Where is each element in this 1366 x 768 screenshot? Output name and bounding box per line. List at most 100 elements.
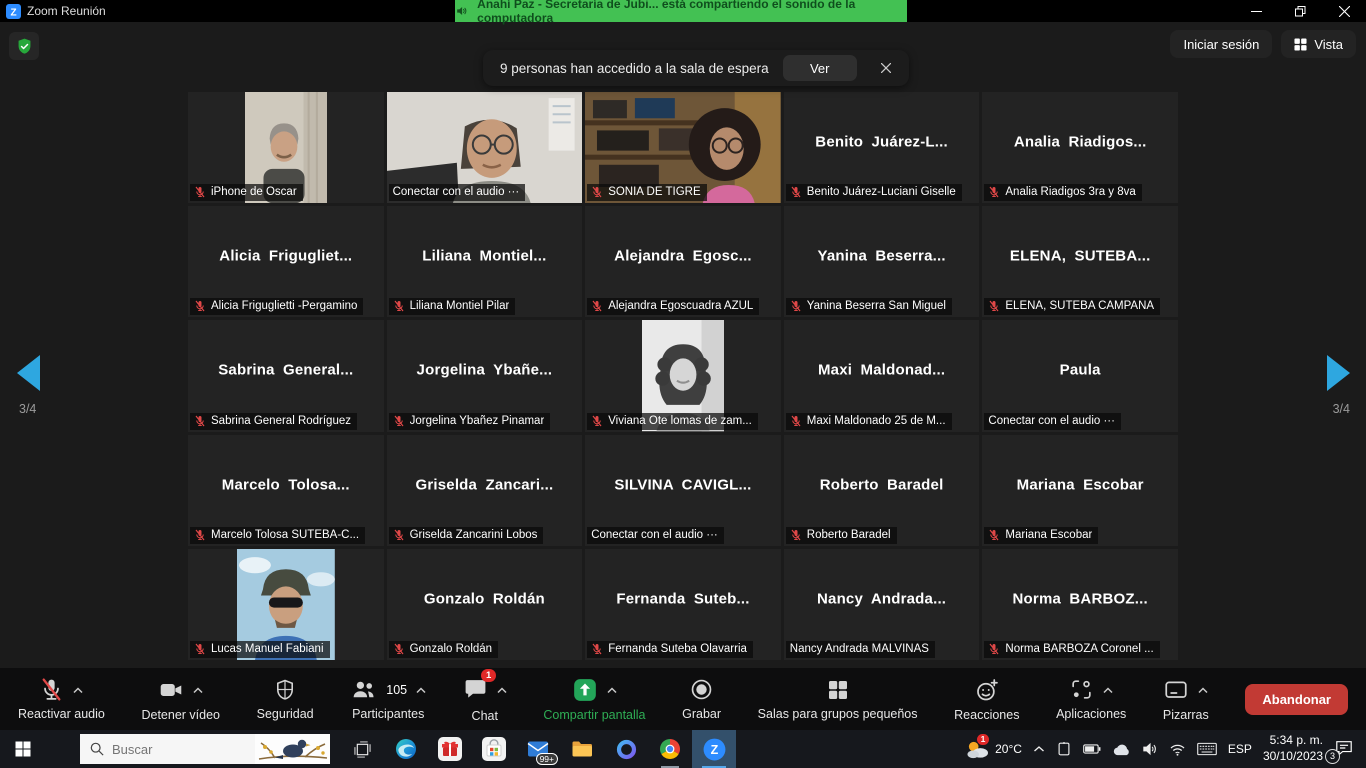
chevron-up-icon[interactable]	[73, 687, 83, 694]
breakout-rooms-label: Salas para grupos pequeños	[758, 707, 918, 721]
windows-logo-icon	[15, 741, 31, 757]
mic-muted-icon	[393, 415, 405, 427]
start-button[interactable]	[0, 730, 46, 768]
participant-tile[interactable]: Gonzalo Roldán Gonzalo Roldán	[387, 549, 583, 660]
participant-display-name: Analia Riadigos...	[1014, 134, 1147, 151]
share-screen-button[interactable]: Compartir pantalla	[543, 668, 645, 730]
participant-tile[interactable]: Yanina Beserra... Yanina Beserra San Mig…	[784, 206, 980, 317]
chrome-icon	[658, 737, 682, 761]
participant-tile[interactable]: iPhone de Oscar	[188, 92, 384, 203]
reactions-icon	[974, 677, 1000, 703]
participant-tile[interactable]: Fernanda Suteb... Fernanda Suteba Olavar…	[585, 549, 781, 660]
waiting-room-message: 9 personas han accedido a la sala de esp…	[500, 61, 769, 76]
participant-tile[interactable]: Griselda Zancari... Griselda Zancarini L…	[387, 435, 583, 546]
security-shield-button[interactable]	[9, 32, 39, 60]
participant-tile[interactable]: Marcelo Tolosa... Marcelo Tolosa SUTEBA-…	[188, 435, 384, 546]
view-button[interactable]: Vista	[1281, 30, 1356, 58]
mic-muted-icon	[988, 186, 1000, 198]
participant-tile[interactable]: Jorgelina Ybañe... Jorgelina Ybañez Pina…	[387, 320, 583, 431]
dismiss-notification-button[interactable]	[871, 55, 901, 81]
record-button[interactable]: Grabar	[682, 668, 721, 730]
participants-button[interactable]: 105 Participantes	[350, 668, 426, 730]
page-indicator-left: 3/4	[17, 402, 36, 416]
security-button[interactable]: Seguridad	[257, 668, 314, 730]
zoom-app-icon: Z	[6, 4, 21, 19]
apps-button[interactable]: Aplicaciones	[1056, 668, 1126, 730]
minimize-button[interactable]	[1234, 0, 1278, 22]
chevron-up-icon[interactable]	[607, 687, 617, 694]
participant-name-label: Norma BARBOZA Coronel ...	[984, 641, 1159, 658]
participant-tile[interactable]: Conectar con el audio ···	[387, 92, 583, 203]
participant-tile[interactable]: Alejandra Egosc... Alejandra Egoscuadra …	[585, 206, 781, 317]
mic-muted-icon	[988, 529, 1000, 541]
participant-tile[interactable]: Analia Riadigos... Analia Riadigos 3ra y…	[982, 92, 1178, 203]
participant-tile[interactable]: Mariana Escobar Mariana Escobar	[982, 435, 1178, 546]
tablet-mode-icon[interactable]	[1056, 741, 1072, 757]
volume-icon[interactable]	[1142, 742, 1158, 756]
shield-check-icon	[15, 37, 34, 56]
participants-label: Participantes	[352, 707, 424, 721]
weather-tray-item[interactable]: 1 20°C	[965, 739, 1022, 760]
participant-tile[interactable]: Lucas Manuel Fabiani	[188, 549, 384, 660]
gift-app-taskbar-icon[interactable]	[428, 730, 472, 768]
participant-tile[interactable]: SONIA DE TIGRE	[585, 92, 781, 203]
chevron-up-icon[interactable]	[497, 687, 507, 694]
stop-video-button[interactable]: Detener vídeo	[141, 668, 220, 730]
chevron-up-icon[interactable]	[193, 687, 203, 694]
chevron-up-icon[interactable]	[1198, 687, 1208, 694]
whiteboards-label: Pizarras	[1163, 708, 1209, 722]
participant-tile[interactable]: Viviana Ote lomas de zam...	[585, 320, 781, 431]
taskbar-clock[interactable]: 5:34 p. m. 30/10/2023	[1263, 733, 1323, 764]
svg-text:Z: Z	[710, 743, 718, 757]
whiteboards-button[interactable]: Pizarras	[1163, 668, 1209, 730]
participant-tile[interactable]: Roberto Baradel Roberto Baradel	[784, 435, 980, 546]
mail-taskbar-icon[interactable]: 99+	[516, 730, 560, 768]
participant-tile[interactable]: SILVINA CAVIGL... Conectar con el audio …	[585, 435, 781, 546]
close-button[interactable]	[1322, 0, 1366, 22]
gallery-prev-nav: 3/4	[17, 355, 40, 416]
cortana-taskbar-icon[interactable]	[604, 730, 648, 768]
task-view-button[interactable]	[340, 730, 384, 768]
unmute-button[interactable]: Reactivar audio	[18, 668, 105, 730]
next-page-button[interactable]	[1327, 355, 1350, 391]
breakout-rooms-button[interactable]: Salas para grupos pequeños	[758, 668, 918, 730]
file-explorer-taskbar-icon[interactable]	[560, 730, 604, 768]
onedrive-cloud-icon[interactable]	[1112, 743, 1131, 756]
chrome-taskbar-icon[interactable]	[648, 730, 692, 768]
participant-tile[interactable]: Benito Juárez-L... Benito Juárez-Luciani…	[784, 92, 980, 203]
restore-button[interactable]	[1278, 0, 1322, 22]
participant-name-label: Mariana Escobar	[984, 527, 1098, 544]
leave-meeting-button[interactable]: Abandonar	[1245, 684, 1348, 715]
prev-page-button[interactable]	[17, 355, 40, 391]
weather-alert-badge: 1	[977, 734, 989, 745]
action-center-button[interactable]: 3	[1334, 739, 1358, 760]
chat-button[interactable]: 1 Chat	[463, 668, 507, 730]
participant-tile[interactable]: Paula Conectar con el audio ···	[982, 320, 1178, 431]
sign-in-button[interactable]: Iniciar sesión	[1170, 30, 1272, 58]
camera-icon	[158, 677, 184, 703]
participant-tile[interactable]: Sabrina General... Sabrina General Rodrí…	[188, 320, 384, 431]
search-input[interactable]	[112, 742, 232, 757]
view-waiting-room-button[interactable]: Ver	[783, 55, 857, 81]
participant-tile[interactable]: Nancy Andrada... Nancy Andrada MALVINAS	[784, 549, 980, 660]
chevron-up-icon[interactable]	[416, 687, 426, 694]
network-icon[interactable]	[1169, 742, 1186, 756]
participant-tile[interactable]: Norma BARBOZ... Norma BARBOZA Coronel ..…	[982, 549, 1178, 660]
store-taskbar-icon[interactable]	[472, 730, 516, 768]
zoom-taskbar-icon[interactable]: Z	[692, 730, 736, 768]
tray-chevron-up-icon[interactable]	[1033, 745, 1045, 753]
reactions-button[interactable]: Reacciones	[954, 668, 1019, 730]
touch-keyboard-icon[interactable]	[1197, 742, 1217, 756]
page-indicator-right: 3/4	[1331, 402, 1350, 416]
taskbar-search-box[interactable]	[80, 734, 330, 764]
participant-tile[interactable]: Alicia Frigugliet... Alicia Friguglietti…	[188, 206, 384, 317]
edge-taskbar-icon[interactable]	[384, 730, 428, 768]
battery-icon[interactable]	[1083, 743, 1101, 755]
participant-tile[interactable]: ELENA, SUTEBA... ELENA, SUTEBA CAMPANA	[982, 206, 1178, 317]
participant-display-name: Fernanda Suteb...	[616, 590, 749, 607]
language-indicator[interactable]: ESP	[1228, 742, 1252, 756]
participant-tile[interactable]: Maxi Maldonad... Maxi Maldonado 25 de M.…	[784, 320, 980, 431]
chevron-up-icon[interactable]	[1103, 687, 1113, 694]
participant-tile[interactable]: Liliana Montiel... Liliana Montiel Pilar	[387, 206, 583, 317]
participant-display-name: Nancy Andrada...	[817, 590, 946, 607]
